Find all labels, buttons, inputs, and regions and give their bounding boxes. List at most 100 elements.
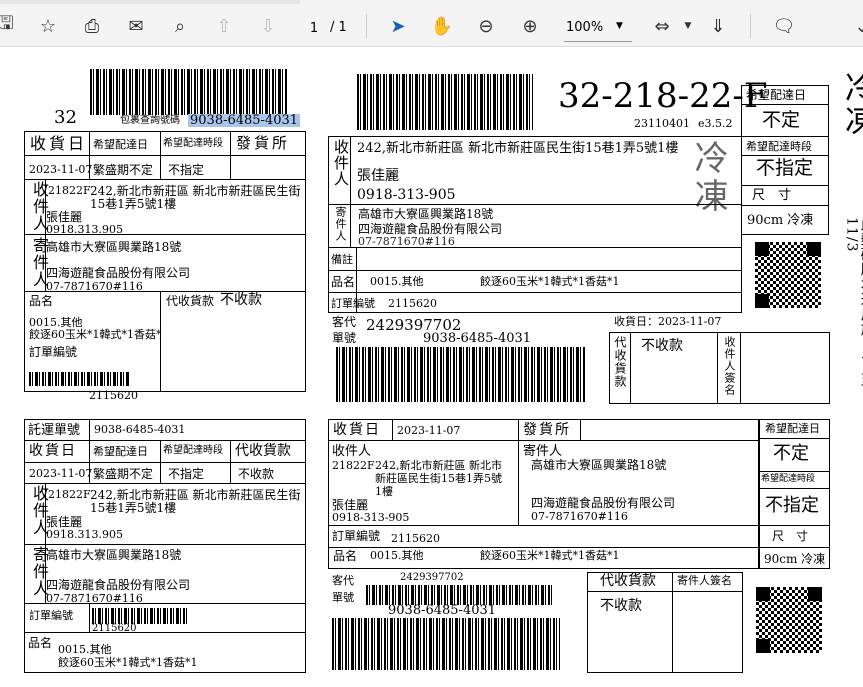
zoom-level[interactable]: 100% (566, 20, 603, 35)
hope-time-header: 希望配達時段 (163, 138, 223, 149)
item-code: 0015.其他 (58, 643, 112, 656)
fit-page-icon[interactable]: ⇔ (650, 14, 674, 38)
rule (392, 419, 393, 440)
note-label: 備註 (331, 253, 353, 266)
email-icon[interactable]: ✉ (124, 14, 148, 38)
sender-header: 寄件人 (523, 444, 563, 459)
waybill-label: 託運單號 (28, 423, 81, 438)
customer-code: 2429397702 (400, 572, 464, 583)
recipient-phone: 0918.313.905 (46, 528, 123, 541)
page-number-input[interactable] (301, 17, 327, 39)
rule (160, 291, 161, 392)
rule (328, 547, 759, 548)
item-description: 餃逐60玉米*1韓式*1香菇*1 (58, 656, 198, 669)
hand-tool-icon[interactable]: ✋ (430, 14, 454, 38)
hope-date-header: 希望配達日 (746, 88, 807, 102)
save-icon[interactable]: 🖫 (0, 13, 18, 38)
recipient-address-1: 242,新北市新莊區 新北市 (375, 459, 502, 472)
tracking-barcode (336, 347, 586, 402)
more-tools-icon[interactable]: ⌄ (850, 14, 863, 38)
route-code: 32-218-22-F (558, 76, 768, 116)
comment-icon[interactable]: 🗨 (772, 14, 796, 38)
sender-phone: 07-7871670#116 (46, 280, 143, 293)
recipient-name: 張佳麗 (357, 168, 399, 184)
rule (24, 483, 306, 484)
scroll-mode-icon[interactable]: ⇓ (706, 14, 730, 38)
side-note: 此郵碼版本適用於11/0至11/3 (843, 217, 863, 387)
sender-name: 四海遊龍食品股份有限公司 (46, 578, 191, 592)
waybill-label-2: 單號 (332, 331, 357, 345)
sign-header: 寄件人簽名 (677, 574, 732, 587)
version: e3.5.2 (698, 117, 733, 130)
hope-date-header: 希望配達日 (93, 445, 148, 458)
page-total: / 1 (330, 20, 347, 35)
cod-header: 代收貨款 (600, 573, 656, 589)
page-down-icon[interactable]: ⇩ (256, 14, 280, 38)
toolbar-divider (366, 14, 367, 38)
rule (717, 332, 718, 404)
hope-time-header: 希望配達時段 (163, 445, 223, 456)
order-label: 訂單編號 (29, 345, 78, 359)
rule (24, 632, 306, 633)
recipient-phone: 0918.313.905 (46, 223, 123, 236)
item-label: 品名 (29, 294, 54, 308)
hope-date: 不定 (773, 443, 809, 464)
hope-date-header: 希望配達日 (765, 422, 820, 435)
rule (740, 332, 741, 404)
zoom-underline (564, 41, 632, 42)
recv-date: 2023-11-07 (29, 467, 93, 480)
rule (741, 205, 829, 206)
send-office-header: 發貨所 (523, 422, 571, 438)
order-number: 2115620 (388, 297, 437, 310)
rule (230, 440, 231, 483)
recipient-address-2: 新莊區民生街15巷1弄5號 (375, 472, 502, 485)
qr-code (756, 587, 822, 653)
page-up-icon[interactable]: ⇧ (212, 14, 236, 38)
rule (518, 419, 519, 525)
recv-date: 2023-11-07 (29, 163, 93, 176)
rule (759, 525, 830, 526)
recipient-address-1: 242,新北市新莊區 新北市新莊區民生街 (90, 488, 301, 502)
hope-time-header: 希望配達時段 (761, 474, 816, 484)
hope-date: 不定 (762, 109, 801, 131)
item-label: 品名 (28, 636, 53, 650)
sender-phone: 07-7871670#116 (358, 235, 455, 248)
bookmark-star-icon[interactable]: ☆ (36, 14, 60, 38)
hope-date: 繁盛期不定 (93, 163, 154, 177)
select-cursor-icon[interactable]: ➤ (386, 14, 410, 38)
rule (328, 440, 759, 441)
zoom-search-icon[interactable]: ⌕ (168, 14, 192, 38)
print-icon[interactable]: ⎙ (80, 14, 104, 38)
rule (89, 603, 90, 632)
sender-address: 高雄市大寮區興業路18號 (46, 240, 182, 254)
recipient-address-2: 15巷1弄5號1樓 (90, 501, 177, 515)
zoom-out-icon[interactable]: ⊖ (474, 14, 498, 38)
pdf-toolbar: 🖫 ☆ ⎙ ✉ ⌕ ⇧ ⇩ / 1 ➤ ✋ ⊖ ⊕ 100% ▼ ⇔ ▼ ⇓ 🗨… (0, 0, 863, 47)
zoom-in-icon[interactable]: ⊕ (518, 14, 542, 38)
order-label: 訂單編號 (29, 609, 73, 622)
rule (24, 440, 306, 441)
item-description: 餃逐60玉米*1韓式*1香菇* (29, 328, 162, 341)
recv-date-label: 收貨日：2023-11-07 (614, 315, 722, 328)
barcode (357, 74, 533, 130)
sender-name: 四海遊龍食品股份有限公司 (46, 266, 191, 280)
hope-time: 不指定 (756, 157, 814, 179)
zoom-dropdown-icon[interactable]: ▼ (616, 21, 623, 31)
recipient-address: 242,新北市新莊區 新北市新莊區民生街15巷1弄5號1樓 (357, 141, 679, 156)
hope-date: 繁盛期不定 (93, 467, 154, 481)
order-number: 2115620 (89, 389, 138, 402)
tab-strip (0, 0, 300, 4)
rule (741, 185, 829, 186)
recipient-header: 收件人 (332, 444, 372, 459)
cod-value: 不收款 (220, 292, 262, 308)
rule (587, 591, 743, 592)
rule (672, 572, 673, 673)
fit-dropdown-icon[interactable]: ▼ (676, 14, 700, 38)
recipient-phone: 0918-313-905 (332, 511, 410, 524)
recv-date-header: 收貨日 (333, 422, 381, 438)
rule (759, 438, 830, 439)
order-barcode (29, 372, 129, 386)
waybill-number: 9038-6485-4031 (94, 423, 186, 436)
rule (24, 155, 306, 156)
rule (741, 155, 829, 156)
